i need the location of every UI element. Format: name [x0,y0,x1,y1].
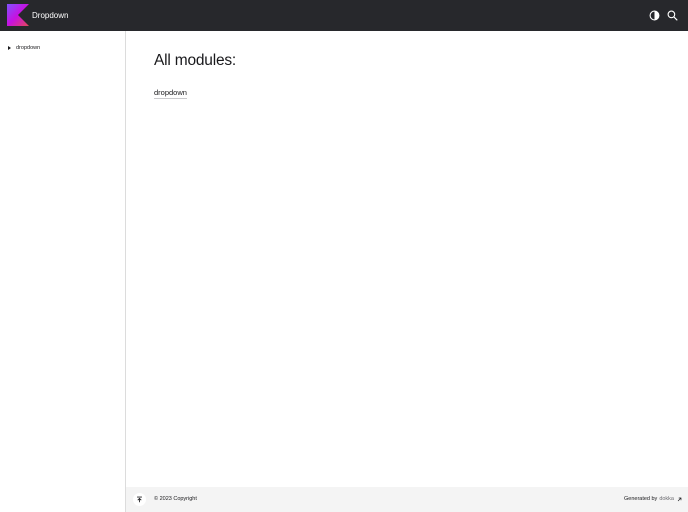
scroll-to-top-icon [137,496,142,503]
generated-by-label: Generated by [623,496,658,502]
footer: © 2023 Copyright Generated by dokka [126,487,688,512]
page-title: All modules: [154,52,237,69]
dokka-link-label: dokka [659,496,674,502]
sidebar-item-dropdown[interactable]: dropdown [0,42,125,54]
generated-by: Generated by dokka [624,487,682,512]
sidebar-item-label: dropdown [16,45,41,51]
main-content: All modules: dropdown [126,31,688,487]
module-link-dropdown[interactable]: dropdown [154,88,187,99]
kotlin-logo-icon[interactable] [7,4,29,26]
search-button[interactable] [665,8,680,23]
caret-right-icon[interactable] [8,46,11,50]
app-title[interactable]: Dropdown [32,0,68,31]
theme-toggle-icon [649,10,660,21]
copyright-text: © 2023 Copyright [154,496,197,502]
scroll-to-top-button[interactable] [133,493,146,506]
search-icon [667,10,678,21]
dokka-link[interactable]: dokka [659,487,682,512]
theme-toggle-button[interactable] [647,8,662,23]
top-navbar: Dropdown [0,0,688,31]
external-link-icon [677,497,682,502]
sidebar: dropdown [0,31,126,512]
